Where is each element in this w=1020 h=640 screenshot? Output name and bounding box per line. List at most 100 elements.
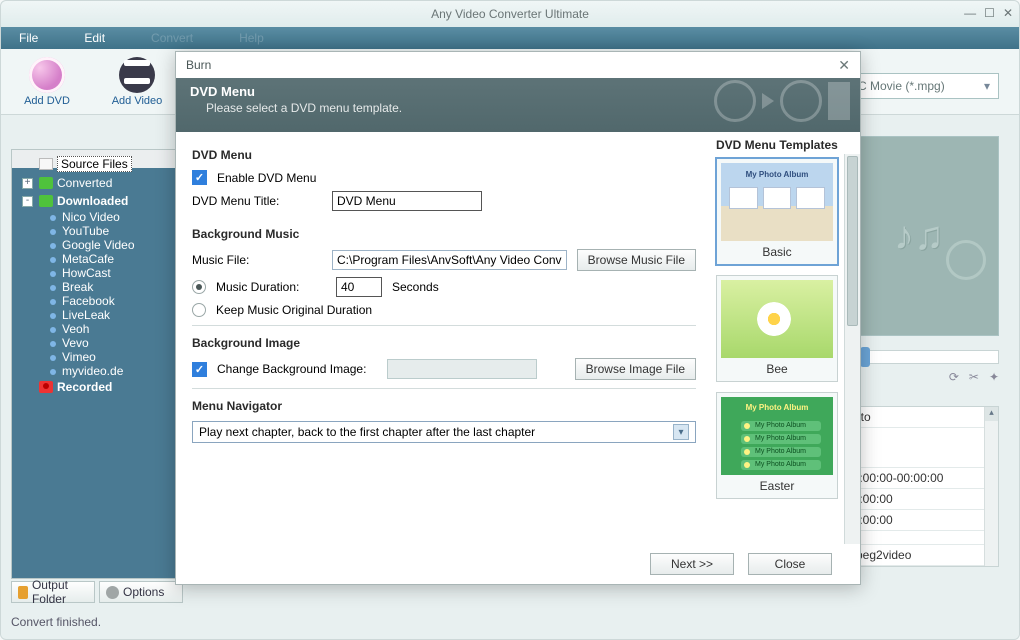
enable-dvd-label: Enable DVD Menu	[217, 171, 316, 185]
reel-icon	[714, 80, 756, 122]
tree-source-files[interactable]: Source Files	[14, 154, 180, 174]
chevron-down-icon: ▾	[984, 79, 990, 93]
tree-label: Converted	[57, 176, 112, 190]
tree-label: Recorded	[57, 380, 112, 394]
seek-slider[interactable]	[839, 350, 999, 364]
template-easter[interactable]: My Photo Album My Photo Album My Photo A…	[716, 392, 838, 499]
seconds-label: Seconds	[392, 280, 439, 294]
tree-converted[interactable]: + Converted	[14, 174, 180, 192]
template-caption: Bee	[721, 358, 833, 377]
dialog-header: DVD Menu Please select a DVD menu templa…	[176, 78, 860, 132]
slider-knob[interactable]	[860, 347, 870, 367]
template-thumbnail: My Photo Album My Photo Album My Photo A…	[721, 397, 833, 475]
maximize-icon[interactable]: ☐	[984, 6, 995, 20]
change-bg-checkbox[interactable]: ✓	[192, 362, 207, 377]
menu-convert[interactable]: Convert	[151, 31, 193, 45]
keep-original-radio[interactable]	[192, 303, 206, 317]
duration-label: Music Duration:	[216, 280, 326, 294]
info-grid: Auto 00:00:00-00:00:00 00:00:00 00:00:00…	[839, 406, 999, 567]
dialog-close-icon[interactable]: ✕	[838, 57, 850, 74]
scissors-icon[interactable]: ✂	[969, 370, 979, 384]
add-dvd-button[interactable]: Add DVD	[11, 57, 83, 107]
tree-child[interactable]: HowCast	[14, 266, 180, 280]
rotate-icon[interactable]: ⟳	[949, 370, 959, 384]
browse-image-button[interactable]: Browse Image File	[575, 358, 696, 380]
add-video-button[interactable]: Add Video	[101, 57, 173, 107]
menu-edit[interactable]: Edit	[84, 31, 105, 45]
collapse-icon[interactable]: -	[22, 196, 33, 207]
section-bg-music: Background Music	[192, 227, 696, 241]
tree-child[interactable]: Veoh	[14, 322, 180, 336]
menu-help[interactable]: Help	[239, 31, 264, 45]
burn-dialog: Burn ✕ DVD Menu Please select a DVD menu…	[175, 51, 861, 585]
music-file-label: Music File:	[192, 253, 322, 267]
menu-file[interactable]: File	[19, 31, 38, 45]
tree-downloaded[interactable]: - Downloaded	[14, 192, 180, 210]
label: Options	[123, 585, 164, 599]
minimize-icon[interactable]: —	[964, 6, 976, 20]
output-folder-button[interactable]: Output Folder	[11, 581, 95, 603]
add-video-label: Add Video	[112, 95, 163, 107]
tree-child[interactable]: myvideo.de	[14, 364, 180, 378]
wand-icon[interactable]: ✦	[989, 370, 999, 384]
tree-child[interactable]: Facebook	[14, 294, 180, 308]
expand-icon[interactable]: +	[22, 178, 33, 189]
enable-dvd-checkbox[interactable]: ✓	[192, 170, 207, 185]
music-file-input[interactable]	[332, 250, 567, 270]
keep-original-label: Keep Music Original Duration	[216, 303, 372, 317]
tree-child[interactable]: Vimeo	[14, 350, 180, 364]
add-dvd-label: Add DVD	[24, 95, 70, 107]
duration-radio[interactable]	[192, 280, 206, 294]
template-basic[interactable]: My Photo Album Basic	[716, 158, 838, 265]
section-dvd-menu: DVD Menu	[192, 148, 696, 162]
dialog-titlebar: Burn ✕	[176, 52, 860, 78]
info-codec: mpeg2video	[840, 545, 998, 565]
tree-recorded[interactable]: Recorded	[14, 378, 180, 396]
folder-icon	[39, 195, 53, 207]
navigator-value: Play next chapter, back to the first cha…	[199, 425, 535, 439]
tree-child[interactable]: YouTube	[14, 224, 180, 238]
tree-child[interactable]: LiveLeak	[14, 308, 180, 322]
browse-music-button[interactable]: Browse Music File	[577, 249, 696, 271]
titlebar: Any Video Converter Ultimate — ☐ ✕	[1, 1, 1019, 27]
tree-child[interactable]: Vevo	[14, 336, 180, 350]
menubar: File Edit Convert Help	[1, 27, 1019, 49]
preview-box: ♪♫	[839, 136, 999, 336]
output-format-value: C Movie (*.mpg)	[858, 79, 945, 93]
options-button[interactable]: Options	[99, 581, 183, 603]
tree-child[interactable]: Break	[14, 280, 180, 294]
tree-label: Downloaded	[57, 194, 128, 208]
tree-label: Source Files	[57, 156, 132, 172]
scrollbar-thumb[interactable]	[847, 156, 858, 326]
output-format-dropdown[interactable]: C Movie (*.mpg) ▾	[849, 73, 999, 99]
scroll-up-icon[interactable]: ▴	[985, 407, 998, 421]
tree-child[interactable]: Google Video	[14, 238, 180, 252]
close-button[interactable]: Close	[748, 553, 832, 575]
sidebar: Source Files + Converted - Downloaded Ni…	[11, 149, 183, 579]
section-navigator: Menu Navigator	[192, 399, 696, 413]
template-caption: Basic	[721, 241, 833, 260]
info-range: 00:00:00-00:00:00	[840, 468, 998, 488]
change-bg-label: Change Background Image:	[217, 362, 377, 376]
tree-child[interactable]: Nico Video	[14, 210, 180, 224]
template-bee[interactable]: Bee	[716, 275, 838, 382]
duration-input[interactable]	[336, 277, 382, 297]
preview-panel: ♪♫ ⟳ ✂ ✦ Auto 00:00:00-00:00:00 00:00:00…	[839, 136, 999, 567]
templates-scrollbar[interactable]	[844, 154, 860, 544]
status-text: Convert finished.	[11, 615, 101, 629]
page-icon	[39, 158, 53, 170]
next-button[interactable]: Next >>	[650, 553, 734, 575]
navigator-select[interactable]: Play next chapter, back to the first cha…	[192, 421, 696, 443]
gear-icon	[106, 586, 119, 599]
templates-title: DVD Menu Templates	[716, 138, 856, 152]
arrow-icon	[762, 93, 774, 109]
folder-icon	[18, 586, 28, 599]
main-window: Any Video Converter Ultimate — ☐ ✕ File …	[0, 0, 1020, 640]
film-icon	[828, 82, 850, 120]
dvd-disc-icon	[29, 57, 65, 93]
disc-icon	[946, 240, 986, 280]
close-icon[interactable]: ✕	[1003, 6, 1013, 20]
dvd-title-input[interactable]	[332, 191, 482, 211]
template-thumbnail: My Photo Album	[721, 163, 833, 241]
tree-child[interactable]: MetaCafe	[14, 252, 180, 266]
